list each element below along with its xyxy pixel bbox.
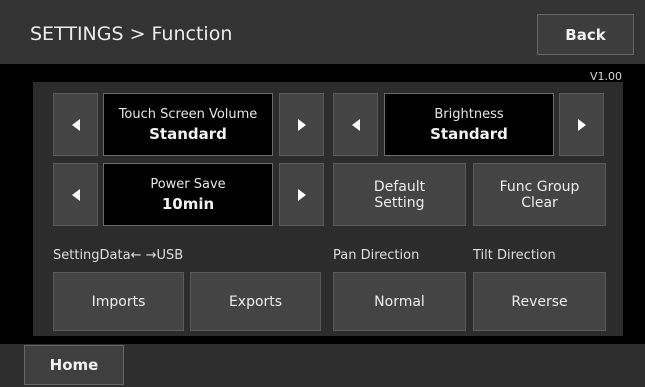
pan-direction-button[interactable]: Normal [333, 272, 466, 331]
page-title: SETTINGS > Function [30, 23, 233, 45]
brightness-increase-button[interactable] [559, 93, 604, 156]
touch-volume-value: Standard [149, 124, 227, 143]
home-button[interactable]: Home [24, 345, 124, 385]
triangle-left-icon [351, 118, 360, 131]
brightness-display: Brightness Standard [384, 93, 554, 156]
brightness-label: Brightness [434, 106, 504, 122]
setting-data-label: SettingData← →USB [53, 248, 184, 263]
power-save-value: 10min [161, 194, 215, 213]
triangle-left-icon [71, 118, 80, 131]
power-save-increase-button[interactable] [279, 163, 324, 226]
triangle-right-icon [297, 118, 306, 131]
triangle-left-icon [71, 188, 80, 201]
default-setting-line2: Setting [374, 194, 425, 211]
pan-direction-label: Pan Direction [333, 248, 420, 263]
exports-button[interactable]: Exports [190, 272, 321, 331]
func-group-clear-line1: Func Group [499, 178, 580, 195]
triangle-right-icon [577, 118, 586, 131]
default-setting-button[interactable]: Default Setting [333, 163, 466, 226]
touch-volume-label: Touch Screen Volume [118, 106, 258, 122]
triangle-right-icon [297, 188, 306, 201]
tilt-direction-button[interactable]: Reverse [473, 272, 606, 331]
default-setting-line1: Default [373, 178, 426, 195]
func-group-clear-button[interactable]: Func Group Clear [473, 163, 606, 226]
brightness-decrease-button[interactable] [333, 93, 378, 156]
power-save-display: Power Save 10min [103, 163, 273, 226]
touch-volume-display: Touch Screen Volume Standard [103, 93, 273, 156]
power-save-label: Power Save [150, 176, 226, 192]
back-button[interactable]: Back [537, 14, 634, 55]
touch-volume-decrease-button[interactable] [53, 93, 98, 156]
power-save-decrease-button[interactable] [53, 163, 98, 226]
touch-volume-increase-button[interactable] [279, 93, 324, 156]
brightness-value: Standard [430, 124, 508, 143]
tilt-direction-label: Tilt Direction [473, 248, 556, 263]
imports-button[interactable]: Imports [53, 272, 184, 331]
func-group-clear-line2: Clear [521, 194, 558, 211]
